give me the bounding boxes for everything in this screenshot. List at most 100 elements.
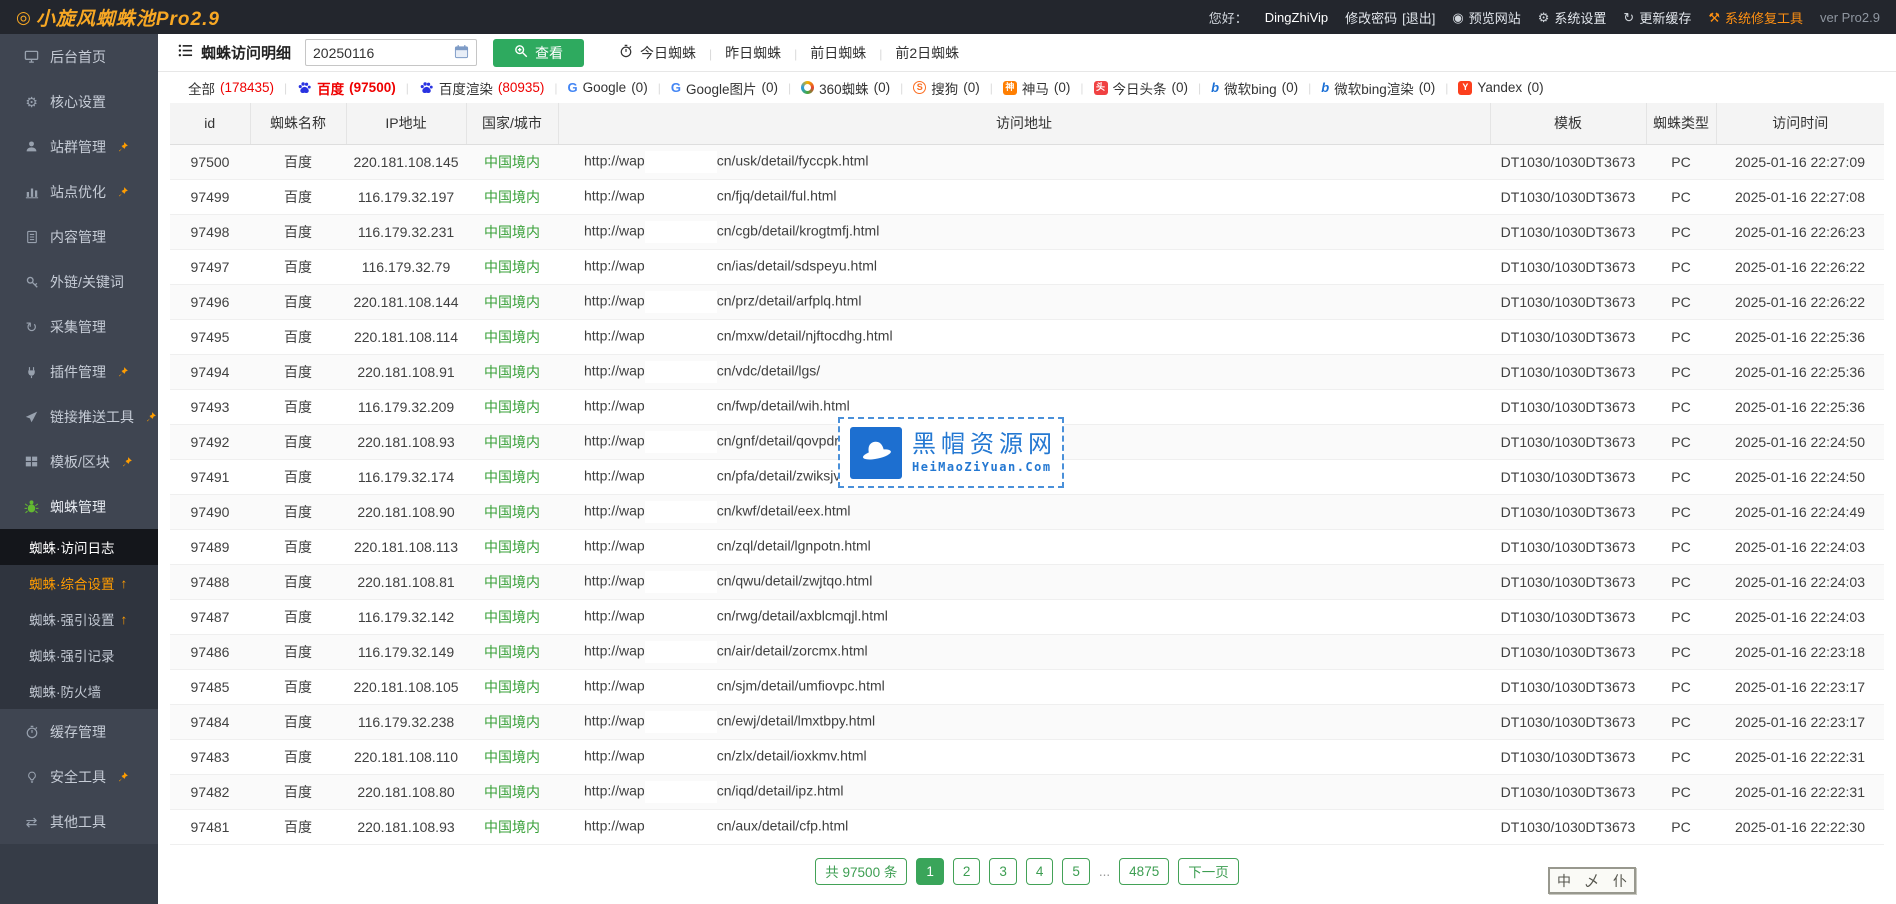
ime-halfwidth-icon[interactable]: 仆 (1613, 871, 1627, 891)
sidebar-item-other-tools[interactable]: ⇄其他工具 (0, 799, 158, 844)
submenu-item-spider-general-settings[interactable]: 蜘蛛·综合设置↑ (0, 565, 158, 601)
preview-site-link[interactable]: ◉预览网站 (1452, 8, 1520, 27)
logout-link[interactable]: [退出] (1402, 8, 1435, 27)
page-button-3[interactable]: 3 (989, 858, 1017, 885)
submenu-item-label: 蜘蛛·强引记录 (29, 645, 115, 665)
url-suffix: cn/ias/detail/sdspeyu.html (717, 257, 877, 273)
date-input[interactable]: 20250116 (305, 39, 477, 66)
baidu-render-icon (419, 80, 434, 95)
page-button-5[interactable]: 5 (1062, 858, 1090, 885)
calendar-icon[interactable] (454, 44, 469, 62)
sidebar-item-site-group[interactable]: 站群管理 (0, 124, 158, 169)
page-button-4[interactable]: 4 (1026, 858, 1054, 885)
sidebar-item-security-tools[interactable]: 安全工具 (0, 754, 158, 799)
filter-label: Google (583, 80, 627, 95)
cell-visit-time: 2025-01-16 22:25:36 (1716, 389, 1884, 424)
bulb-icon (23, 770, 40, 784)
tab-yesterday-spiders[interactable]: 昨日蜘蛛 (712, 43, 794, 63)
cell-template: DT1030/1030DT3673 (1490, 774, 1646, 809)
view-button[interactable]: 查看 (493, 39, 584, 67)
filter-item-bing[interactable]: b微软bing(0) (1201, 78, 1308, 98)
cell-visit-time: 2025-01-16 22:22:31 (1716, 774, 1884, 809)
region-label: 中国境内 (484, 189, 540, 205)
region-label: 中国境内 (484, 574, 540, 590)
cell-ip: 116.179.32.174 (346, 459, 466, 494)
toutiao-icon: 头 (1094, 81, 1108, 95)
filter-item-google-image[interactable]: GGoogle图片(0) (661, 78, 788, 98)
filter-item-bing-render[interactable]: b微软bing渲染(0) (1311, 78, 1445, 98)
filter-item-yandex[interactable]: YYandex(0) (1448, 80, 1553, 95)
page-button-2[interactable]: 2 (953, 858, 981, 885)
region-label: 中国境内 (484, 679, 540, 695)
repair-tool-link[interactable]: ⚒系统修复工具 (1708, 8, 1803, 27)
cell-visit-url: http://wapcn/zql/detail/lgnpotn.html (558, 529, 1490, 564)
filter-item-so360[interactable]: 360蜘蛛(0) (791, 78, 900, 98)
tab-today-spiders[interactable]: 今日蜘蛛 (606, 43, 709, 63)
sidebar-item-plugin-manage[interactable]: 插件管理 (0, 349, 158, 394)
url-suffix: cn/air/detail/zorcmx.html (717, 642, 868, 658)
cell-id: 97496 (170, 284, 250, 319)
censored-domain (645, 256, 717, 278)
cell-spider-type: PC (1646, 739, 1716, 774)
url-suffix: cn/vdc/detail/lgs/ (717, 362, 821, 378)
sidebar-item-dashboard[interactable]: 后台首页 (0, 34, 158, 79)
sidebar-item-site-optimize[interactable]: 站点优化 (0, 169, 158, 214)
table-row: 97483百度220.181.108.110中国境内http://wapcn/z… (170, 739, 1884, 774)
sidebar-item-label: 插件管理 (50, 362, 106, 382)
cell-template: DT1030/1030DT3673 (1490, 669, 1646, 704)
table-row: 97495百度220.181.108.114中国境内http://wapcn/m… (170, 319, 1884, 354)
cell-spider-name: 百度 (250, 179, 346, 214)
filter-label: 搜狗 (931, 78, 958, 98)
tab-two-days-before-spiders[interactable]: 前2日蜘蛛 (882, 43, 972, 63)
sidebar-item-link-push[interactable]: 链接推送工具 (0, 394, 158, 439)
filter-item-sogou[interactable]: S搜狗(0) (903, 78, 990, 98)
url-prefix: http://wap (584, 502, 645, 518)
filter-item-all[interactable]: 全部(178435) (178, 78, 284, 98)
sidebar-item-spider-manage[interactable]: 蜘蛛管理 (0, 484, 158, 529)
cell-spider-name: 百度 (250, 249, 346, 284)
cell-visit-time: 2025-01-16 22:25:36 (1716, 354, 1884, 389)
filter-item-baidu-render[interactable]: 百度渲染(80935) (409, 78, 555, 98)
next-page-button[interactable]: 下一页 (1178, 858, 1239, 885)
sidebar-item-template-blocks[interactable]: 模板/区块 (0, 439, 158, 484)
sidebar-item-core-settings[interactable]: ⚙核心设置 (0, 79, 158, 124)
sidebar-item-content-manage[interactable]: 内容管理 (0, 214, 158, 259)
submenu-item-spider-firewall[interactable]: 蜘蛛·防火墙 (0, 673, 158, 709)
sidebar-item-cache-manage[interactable]: 缓存管理 (0, 709, 158, 754)
page-button-last[interactable]: 4875 (1119, 858, 1169, 885)
filter-count: (178435) (220, 80, 274, 95)
submenu-item-spider-force-settings[interactable]: 蜘蛛·强引设置↑ (0, 601, 158, 637)
app-logo: ◎ 小旋风蜘蛛池Pro2.9 (16, 4, 220, 31)
filter-item-toutiao[interactable]: 头今日头条(0) (1084, 78, 1199, 98)
cell-id: 97499 (170, 179, 250, 214)
cell-visit-url: http://wapcn/aux/detail/cfp.html (558, 809, 1490, 844)
page-button-1[interactable]: 1 (916, 858, 944, 885)
ime-chinese-mode[interactable]: 中 (1557, 871, 1571, 891)
cell-visit-url: http://wapcn/air/detail/zorcmx.html (558, 634, 1490, 669)
sidebar-item-links-keywords[interactable]: 外链/关键词 (0, 259, 158, 304)
censored-domain (645, 746, 717, 768)
ime-language-bar[interactable]: 中 乄 仆 (1548, 867, 1636, 894)
filter-item-shenma[interactable]: 神神马(0) (993, 78, 1081, 98)
cell-visit-time: 2025-01-16 22:24:49 (1716, 494, 1884, 529)
sidebar-item-collect-manage[interactable]: ↻采集管理 (0, 304, 158, 349)
change-password-link[interactable]: 修改密码[退出] (1345, 8, 1435, 27)
censored-domain (645, 501, 717, 523)
cell-region: 中国境内 (466, 704, 558, 739)
filter-item-baidu[interactable]: 百度(97500) (287, 78, 406, 98)
filter-count: (0) (761, 80, 778, 95)
submenu-item-spider-force-records[interactable]: 蜘蛛·强引记录 (0, 637, 158, 673)
filter-item-google[interactable]: GGoogle(0) (558, 80, 658, 95)
ime-mode-icon[interactable]: 乄 (1585, 871, 1599, 891)
tab-day-before-spiders[interactable]: 前日蜘蛛 (797, 43, 879, 63)
refresh-cache-link[interactable]: ↻更新缓存 (1623, 8, 1691, 27)
system-settings-link[interactable]: ⚙系统设置 (1538, 8, 1607, 27)
watermark-logo (850, 427, 902, 479)
url-prefix: http://wap (584, 572, 645, 588)
submenu-item-spider-visit-log[interactable]: 蜘蛛·访问日志 (0, 529, 158, 565)
url-prefix: http://wap (584, 677, 645, 693)
url-suffix: cn/fjq/detail/ful.html (717, 187, 837, 203)
cell-region: 中国境内 (466, 564, 558, 599)
filter-count: (0) (1054, 80, 1071, 95)
cell-spider-name: 百度 (250, 599, 346, 634)
